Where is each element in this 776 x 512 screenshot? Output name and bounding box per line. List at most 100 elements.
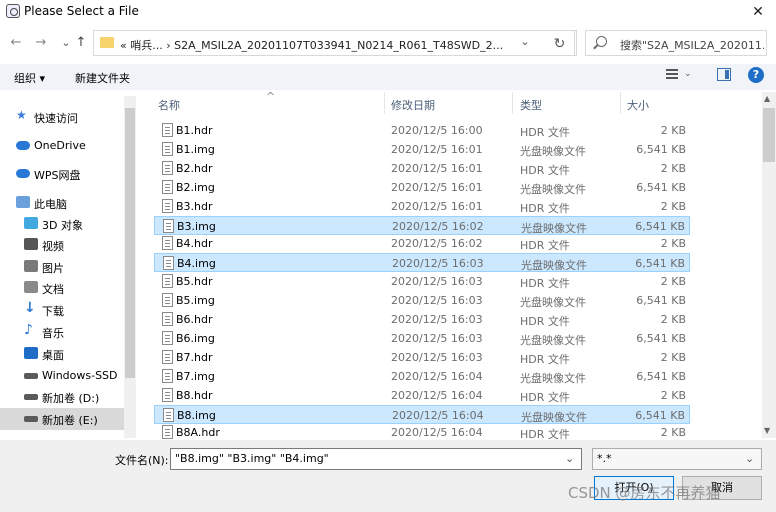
file-date: 2020/12/5 16:01 xyxy=(391,142,483,156)
filetype-value[interactable]: *.* xyxy=(597,452,612,465)
nav-item[interactable]: ↓ 下载 xyxy=(0,299,124,321)
file-row[interactable]: B5.img 2020/12/5 16:03 光盘映像文件 6,541 KB xyxy=(154,291,690,310)
new-folder-button[interactable]: 新建文件夹 xyxy=(75,70,130,86)
nav-item[interactable]: 新加卷 (D:) xyxy=(0,386,124,408)
filetype-select[interactable]: *.* ⌄ xyxy=(592,448,762,470)
file-date: 2020/12/5 16:04 xyxy=(391,369,483,383)
file-icon xyxy=(162,330,173,345)
organize-button[interactable]: 组织 ▾ xyxy=(14,70,45,86)
file-row[interactable]: B8.img 2020/12/5 16:04 光盘映像文件 6,541 KB xyxy=(154,404,690,424)
column-divider[interactable] xyxy=(620,92,621,114)
help-icon[interactable]: ? xyxy=(748,67,764,83)
back-button[interactable]: ← xyxy=(8,34,24,52)
document-icon xyxy=(24,281,38,293)
file-row[interactable]: B2.img 2020/12/5 16:01 光盘映像文件 6,541 KB xyxy=(154,178,690,197)
nav-item[interactable]: 图片 xyxy=(0,256,124,278)
nav-item-label: 文档 xyxy=(42,283,64,296)
chevron-down-icon[interactable]: ⌄ xyxy=(565,452,574,465)
file-icon xyxy=(162,141,173,156)
column-header-name[interactable]: 名称 xyxy=(158,97,180,113)
filename-value[interactable]: "B8.img" "B3.img" "B4.img" xyxy=(175,452,329,465)
nav-item[interactable]: ★ 快速访问 xyxy=(0,106,124,128)
file-row[interactable]: B1.hdr 2020/12/5 16:00 HDR 文件 2 KB xyxy=(154,121,690,140)
drive-icon xyxy=(24,373,38,379)
preview-pane-icon[interactable] xyxy=(717,68,731,81)
chevron-down-icon[interactable]: ⌄ xyxy=(745,452,754,465)
file-type: HDR 文件 xyxy=(520,352,570,366)
column-divider[interactable] xyxy=(512,92,513,114)
address-bar[interactable]: « 哨兵... › S2A_MSIL2A_20201107T033941_N02… xyxy=(93,30,577,56)
view-options-icon[interactable] xyxy=(666,69,680,81)
address-path[interactable]: « 哨兵... › S2A_MSIL2A_20201107T033941_N02… xyxy=(120,37,503,53)
file-type: HDR 文件 xyxy=(520,126,570,139)
filename-input[interactable]: "B8.img" "B3.img" "B4.img" ⌄ xyxy=(170,448,582,470)
scroll-up-icon[interactable]: ▲ xyxy=(764,94,770,103)
nav-item[interactable]: 新加卷 (E:) xyxy=(0,408,124,430)
file-row[interactable]: B8.hdr 2020/12/5 16:04 HDR 文件 2 KB xyxy=(154,386,690,405)
nav-scrollbar-thumb[interactable] xyxy=(125,108,135,378)
file-icon xyxy=(162,312,173,326)
file-icon xyxy=(163,218,174,233)
nav-item[interactable]: 3D 对象 xyxy=(0,213,124,235)
file-row[interactable]: B7.img 2020/12/5 16:04 光盘映像文件 6,541 KB xyxy=(154,367,690,386)
file-size: 6,541 KB xyxy=(635,219,685,233)
download-icon: ↓ xyxy=(24,300,36,316)
file-size: 6,541 KB xyxy=(636,180,686,194)
file-row[interactable]: B6.img 2020/12/5 16:03 光盘映像文件 6,541 KB xyxy=(154,329,690,348)
file-name: B8.img xyxy=(177,408,216,422)
file-list-scrollbar-thumb[interactable] xyxy=(763,108,775,162)
nav-item[interactable]: OneDrive xyxy=(0,135,124,157)
file-row[interactable]: B3.img 2020/12/5 16:02 光盘映像文件 6,541 KB xyxy=(154,215,690,235)
nav-item[interactable]: Windows-SSD xyxy=(0,365,124,387)
file-icon xyxy=(162,160,173,175)
file-name: B6.img xyxy=(176,331,215,345)
file-date: 2020/12/5 16:00 xyxy=(391,124,483,137)
recent-dropdown-icon[interactable]: ⌄ xyxy=(58,34,74,52)
file-name: B1.img xyxy=(176,142,215,156)
file-date: 2020/12/5 16:02 xyxy=(391,237,483,251)
file-row[interactable]: B3.hdr 2020/12/5 16:01 HDR 文件 2 KB xyxy=(154,197,690,216)
close-button[interactable]: ✕ xyxy=(740,0,776,24)
column-header-type[interactable]: 类型 xyxy=(520,97,542,113)
forward-button[interactable]: → xyxy=(33,34,49,52)
file-date: 2020/12/5 16:04 xyxy=(391,426,483,440)
nav-item-label: OneDrive xyxy=(34,139,86,152)
nav-item[interactable]: ♪ 音乐 xyxy=(0,321,124,343)
up-button[interactable]: ↑ xyxy=(73,34,89,52)
nav-item[interactable]: 视频 xyxy=(0,234,124,256)
file-row[interactable]: B4.hdr 2020/12/5 16:02 HDR 文件 2 KB xyxy=(154,234,690,253)
nav-item[interactable]: WPS网盘 xyxy=(0,163,124,185)
file-date: 2020/12/5 16:03 xyxy=(391,294,483,308)
column-header-date[interactable]: 修改日期 xyxy=(391,97,435,113)
chevron-down-icon[interactable]: ⌄ xyxy=(518,35,532,51)
file-row[interactable]: B1.img 2020/12/5 16:01 光盘映像文件 6,541 KB xyxy=(154,140,690,159)
view-dropdown-icon[interactable]: ⌄ xyxy=(684,69,692,79)
file-date: 2020/12/5 16:01 xyxy=(391,161,483,175)
search-input[interactable]: 搜索"S2A_MSIL2A_202011... xyxy=(620,37,764,53)
column-divider[interactable] xyxy=(384,92,385,114)
nav-item[interactable]: 此电脑 xyxy=(0,192,124,214)
nav-item-label: 下载 xyxy=(42,305,64,318)
column-header-size[interactable]: 大小 xyxy=(627,97,649,113)
file-row[interactable]: B5.hdr 2020/12/5 16:03 HDR 文件 2 KB xyxy=(154,272,690,291)
file-icon xyxy=(162,387,173,402)
music-icon: ♪ xyxy=(24,322,33,338)
file-name: B4.hdr xyxy=(176,237,213,251)
refresh-button[interactable]: ↻ xyxy=(545,30,575,56)
file-size: 2 KB xyxy=(660,161,686,175)
folder-icon xyxy=(100,37,114,48)
file-row[interactable]: B4.img 2020/12/5 16:03 光盘映像文件 6,541 KB xyxy=(154,253,690,273)
file-name: B8A.hdr xyxy=(176,426,220,440)
file-row[interactable]: B7.hdr 2020/12/5 16:03 HDR 文件 2 KB xyxy=(154,348,690,367)
file-name: B5.img xyxy=(176,294,215,308)
file-icon xyxy=(162,179,173,194)
nav-item-label: 视频 xyxy=(42,240,64,253)
file-date: 2020/12/5 16:03 xyxy=(391,275,483,289)
nav-item[interactable]: 桌面 xyxy=(0,343,124,365)
file-date: 2020/12/5 16:02 xyxy=(392,219,484,233)
file-row[interactable]: B2.hdr 2020/12/5 16:01 HDR 文件 2 KB xyxy=(154,159,690,178)
scroll-down-icon[interactable]: ▼ xyxy=(764,426,770,435)
file-row[interactable]: B6.hdr 2020/12/5 16:03 HDR 文件 2 KB xyxy=(154,310,690,329)
search-box[interactable]: 搜索"S2A_MSIL2A_202011... xyxy=(585,30,767,56)
nav-item[interactable]: 文档 xyxy=(0,277,124,299)
